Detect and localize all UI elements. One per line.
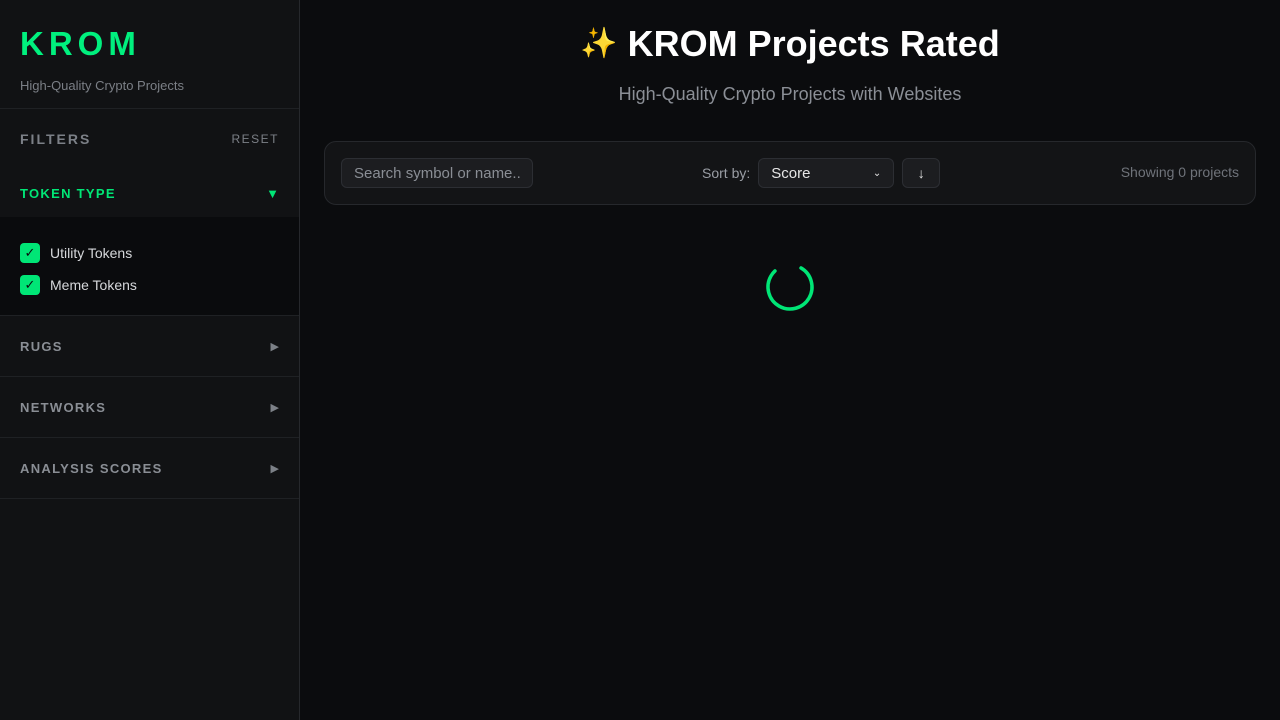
search-input[interactable]	[341, 158, 533, 188]
meme-tokens-checkbox[interactable]: ✓	[20, 275, 40, 295]
section-title: NETWORKS	[20, 399, 107, 415]
section-title: ANALYSIS SCORES	[20, 460, 163, 476]
section-title: RUGS	[20, 338, 63, 354]
app-root: KROM High-Quality Crypto Projects FILTER…	[0, 0, 1280, 720]
caret-right-icon: ▶	[270, 340, 279, 353]
option-utility-tokens[interactable]: ✓ Utility Tokens	[20, 237, 279, 269]
token-type-options: ✓ Utility Tokens ✓ Meme Tokens	[0, 217, 299, 315]
filter-section-networks: NETWORKS ▶	[0, 377, 299, 438]
filters-title: FILTERS	[20, 131, 92, 147]
filter-section-token-type: TOKEN TYPE ▼ ✓ Utility Tokens ✓ Meme Tok…	[0, 169, 299, 316]
filters-header: FILTERS RESET	[0, 109, 299, 169]
sparkles-icon: ✨	[580, 27, 618, 60]
brand-tagline: High-Quality Crypto Projects	[20, 78, 184, 93]
token-type-toggle[interactable]: TOKEN TYPE ▼	[0, 169, 299, 217]
option-meme-tokens[interactable]: ✓ Meme Tokens	[20, 269, 279, 301]
networks-toggle[interactable]: NETWORKS ▶	[0, 377, 299, 437]
sort-direction-button[interactable]: ↓	[902, 158, 941, 188]
loading-spinner-icon	[766, 263, 814, 311]
result-count: Showing 0 projects	[1120, 164, 1239, 180]
filter-section-rugs: RUGS ▶	[0, 316, 299, 377]
rugs-toggle[interactable]: RUGS ▶	[0, 316, 299, 376]
sort-select-value: Score	[771, 164, 811, 182]
page-header: ✨ KROM Projects Rated High-Quality Crypt…	[324, 0, 1256, 105]
main-content: ✨ KROM Projects Rated High-Quality Crypt…	[300, 0, 1280, 720]
caret-down-icon: ▼	[266, 185, 279, 201]
sort-select[interactable]: Score ⌄	[758, 158, 895, 188]
caret-right-icon: ▶	[270, 462, 279, 475]
brand-logo[interactable]: KROM	[20, 26, 279, 62]
section-title: TOKEN TYPE	[20, 185, 116, 201]
page-subtitle: High-Quality Crypto Projects with Websit…	[618, 84, 962, 104]
page-title: ✨ KROM Projects Rated	[324, 24, 1256, 64]
brand: KROM High-Quality Crypto Projects	[0, 0, 299, 109]
utility-tokens-checkbox[interactable]: ✓	[20, 243, 40, 263]
caret-right-icon: ▶	[270, 401, 279, 414]
sort-label: Sort by:	[702, 165, 751, 181]
arrow-down-icon: ↓	[917, 165, 925, 181]
utility-tokens-label[interactable]: Utility Tokens	[50, 245, 132, 261]
reset-button[interactable]: RESET	[231, 132, 279, 146]
analysis-scores-toggle[interactable]: ANALYSIS SCORES ▶	[0, 438, 299, 498]
meme-tokens-label[interactable]: Meme Tokens	[50, 277, 137, 293]
sort-group: Sort by: Score ⌄ ↓	[702, 158, 941, 188]
page-title-text: KROM Projects Rated	[627, 23, 1000, 64]
toolbar: Sort by: Score ⌄ ↓ Showing 0 projects	[324, 141, 1256, 205]
chevron-down-icon: ⌄	[872, 167, 882, 179]
loading-area	[324, 261, 1256, 313]
sidebar: KROM High-Quality Crypto Projects FILTER…	[0, 0, 300, 720]
filter-section-analysis-scores: ANALYSIS SCORES ▶	[0, 438, 299, 499]
